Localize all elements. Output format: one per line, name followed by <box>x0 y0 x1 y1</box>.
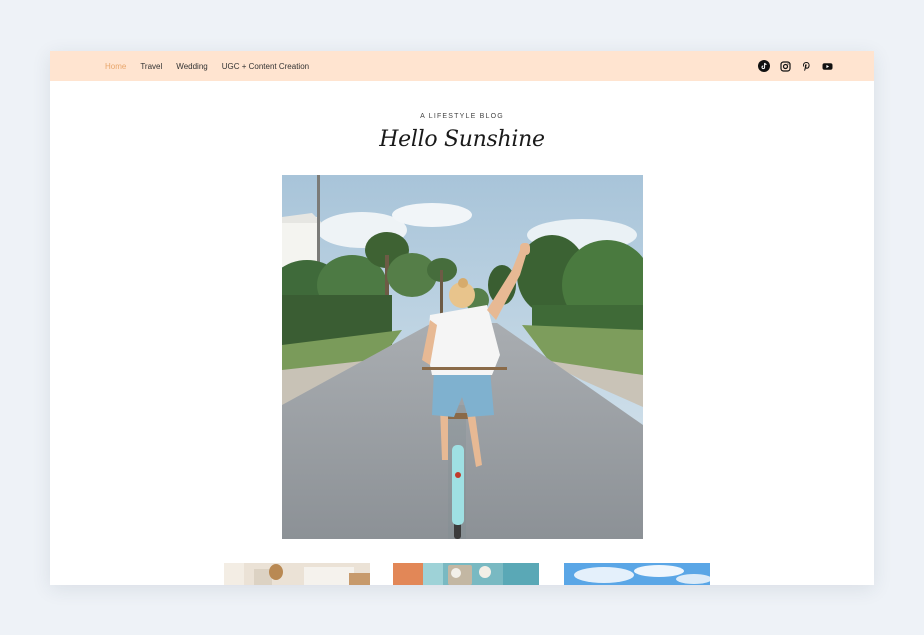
tiktok-icon[interactable] <box>758 60 770 72</box>
browser-page: Home Travel Wedding UGC + Content Creati… <box>50 51 874 585</box>
blog-kicker: A LIFESTYLE BLOG <box>420 113 504 120</box>
youtube-icon[interactable] <box>821 60 833 72</box>
nav-home[interactable]: Home <box>105 62 126 71</box>
main-nav: Home Travel Wedding UGC + Content Creati… <box>105 51 323 81</box>
social-links <box>749 60 833 72</box>
post-thumbnail-1[interactable] <box>224 563 370 585</box>
nav-ugc-content-creation[interactable]: UGC + Content Creation <box>222 62 309 71</box>
pinterest-icon[interactable] <box>800 60 812 72</box>
top-navigation-bar: Home Travel Wedding UGC + Content Creati… <box>50 51 874 81</box>
instagram-icon[interactable] <box>779 60 791 72</box>
nav-travel[interactable]: Travel <box>140 62 162 71</box>
hero-image <box>282 175 643 539</box>
post-thumbnail-2[interactable] <box>393 563 539 585</box>
page-title: Hello Sunshine <box>379 127 545 152</box>
nav-wedding[interactable]: Wedding <box>176 62 207 71</box>
post-thumbnail-3[interactable] <box>564 563 710 585</box>
